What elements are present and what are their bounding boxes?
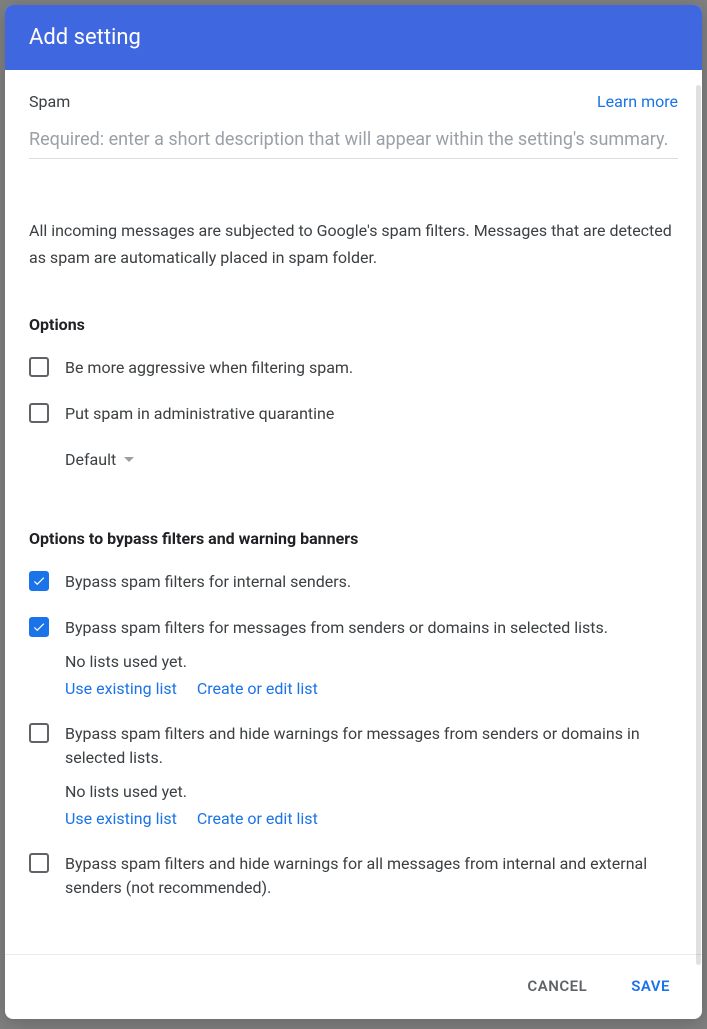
check-icon — [32, 574, 46, 588]
bypass-hide-selected-checkbox[interactable] — [29, 723, 49, 743]
option-aggressive-label: Be more aggressive when filtering spam. — [65, 356, 353, 380]
no-lists-text: No lists used yet. — [65, 782, 678, 801]
scrollbar[interactable] — [696, 85, 701, 965]
bypass-hide-selected-label: Bypass spam filters and hide warnings fo… — [65, 722, 678, 770]
list-links-row: Use existing list Create or edit list — [65, 679, 678, 698]
option-aggressive-checkbox[interactable] — [29, 357, 49, 377]
chevron-down-icon — [124, 457, 134, 462]
create-edit-list-link[interactable]: Create or edit list — [197, 809, 318, 828]
bypass-all-label: Bypass spam filters and hide warnings fo… — [65, 852, 678, 900]
bypass-hide-selected-row: Bypass spam filters and hide warnings fo… — [29, 722, 678, 770]
save-button[interactable]: SAVE — [623, 973, 678, 999]
bypass-hide-selected-lists: No lists used yet. Use existing list Cre… — [65, 782, 678, 828]
option-quarantine-checkbox[interactable] — [29, 403, 49, 423]
add-setting-dialog: Add setting Spam Learn more All incoming… — [5, 5, 702, 1019]
use-existing-list-link[interactable]: Use existing list — [65, 809, 177, 828]
list-links-row: Use existing list Create or edit list — [65, 809, 678, 828]
bypass-all-row: Bypass spam filters and hide warnings fo… — [29, 852, 678, 900]
bypass-selected-checkbox[interactable] — [29, 617, 49, 637]
bypass-selected-label: Bypass spam filters for messages from se… — [65, 616, 608, 640]
learn-more-link[interactable]: Learn more — [597, 92, 678, 111]
option-aggressive-row: Be more aggressive when filtering spam. — [29, 356, 678, 380]
bypass-heading: Options to bypass filters and warning ba… — [29, 529, 678, 548]
bypass-all-checkbox[interactable] — [29, 853, 49, 873]
create-edit-list-link[interactable]: Create or edit list — [197, 679, 318, 698]
quarantine-dropdown-value: Default — [65, 450, 116, 469]
intro-text: All incoming messages are subjected to G… — [29, 217, 678, 271]
bypass-selected-lists: No lists used yet. Use existing list Cre… — [65, 652, 678, 698]
cancel-button[interactable]: CANCEL — [519, 973, 595, 999]
dialog-header: Add setting — [5, 5, 702, 70]
options-heading: Options — [29, 315, 678, 334]
description-input[interactable] — [29, 125, 678, 159]
check-icon — [32, 620, 46, 634]
option-quarantine-row: Put spam in administrative quarantine — [29, 402, 678, 426]
dialog-title: Add setting — [29, 25, 141, 50]
quarantine-dropdown[interactable]: Default — [65, 450, 678, 469]
bypass-internal-row: Bypass spam filters for internal senders… — [29, 570, 678, 594]
bypass-internal-checkbox[interactable] — [29, 571, 49, 591]
top-row: Spam Learn more — [29, 92, 678, 111]
dialog-content: Spam Learn more All incoming messages ar… — [5, 70, 702, 954]
section-label: Spam — [29, 92, 70, 111]
no-lists-text: No lists used yet. — [65, 652, 678, 671]
bypass-selected-row: Bypass spam filters for messages from se… — [29, 616, 678, 640]
use-existing-list-link[interactable]: Use existing list — [65, 679, 177, 698]
bypass-internal-label: Bypass spam filters for internal senders… — [65, 570, 351, 594]
option-quarantine-label: Put spam in administrative quarantine — [65, 402, 334, 426]
dialog-footer: CANCEL SAVE — [5, 954, 702, 1019]
